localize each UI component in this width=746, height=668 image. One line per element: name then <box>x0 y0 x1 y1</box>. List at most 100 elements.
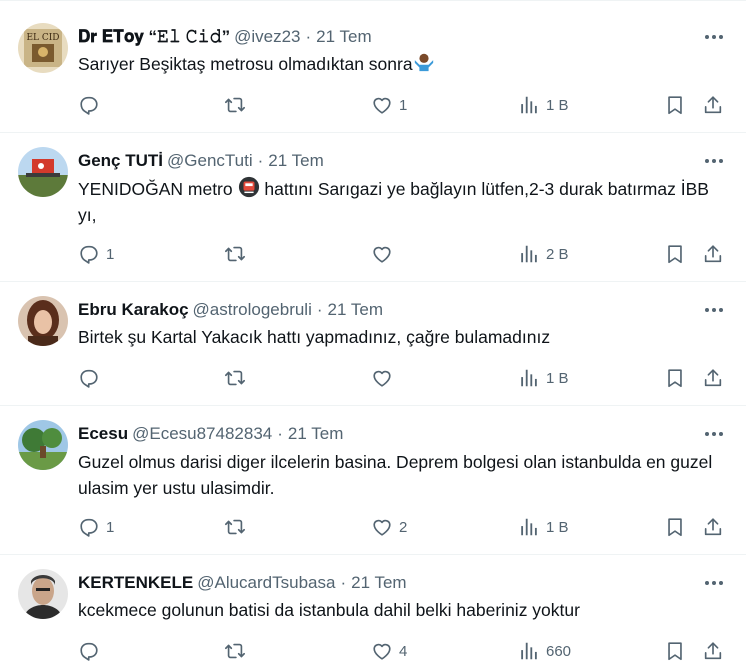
reply-button[interactable]: 1 <box>78 242 114 266</box>
separator: · <box>340 573 347 592</box>
retweet-button[interactable] <box>224 515 252 539</box>
user-handle[interactable]: @ivez23 <box>234 27 300 47</box>
share-button[interactable] <box>702 242 724 266</box>
reply-icon <box>78 94 100 116</box>
avatar-logo-text: EL CID <box>26 33 59 43</box>
like-button[interactable] <box>371 242 399 266</box>
retweet-button[interactable] <box>224 366 252 390</box>
reply-icon <box>78 640 100 662</box>
heart-icon <box>371 94 393 116</box>
like-button[interactable]: 1 <box>371 93 407 117</box>
reply-icon <box>78 243 100 265</box>
user-handle[interactable]: @astrologebruli <box>193 300 312 320</box>
timestamp[interactable]: 21 Tem <box>328 300 383 320</box>
views-icon <box>518 243 540 265</box>
like-count: 2 <box>399 518 408 536</box>
retweet-icon <box>224 367 246 389</box>
like-button[interactable]: 2 <box>371 515 407 539</box>
separator: · <box>257 151 264 170</box>
like-count: 4 <box>399 642 408 660</box>
more-icon[interactable] <box>700 423 728 445</box>
bookmark-button[interactable] <box>664 242 686 266</box>
reply-count: 1 <box>106 518 115 536</box>
retweet-icon <box>224 243 246 265</box>
share-button[interactable] <box>702 366 724 390</box>
views-button[interactable]: 2 B <box>518 242 569 266</box>
like-button[interactable]: 4 <box>371 639 407 663</box>
tweet-text: Sarıyer Beşiktaş metrosu olmadıktan sonr… <box>78 51 728 77</box>
share-button[interactable] <box>702 639 724 663</box>
retweet-button[interactable] <box>224 639 252 663</box>
tweet-actions: 1 1 B <box>78 93 728 117</box>
share-button[interactable] <box>702 93 724 117</box>
views-button[interactable]: 1 B <box>518 515 569 539</box>
bookmark-icon <box>664 94 686 116</box>
more-icon[interactable] <box>700 299 728 321</box>
bookmark-button[interactable] <box>664 93 686 117</box>
timestamp[interactable]: 21 Tem <box>316 27 371 47</box>
views-icon <box>518 516 540 538</box>
display-name[interactable]: Ebru Karakoç <box>78 300 189 320</box>
avatar[interactable] <box>18 420 68 470</box>
views-count: 1 B <box>546 96 569 114</box>
reply-button[interactable]: 1 <box>78 515 114 539</box>
tweet-text-body: kcekmece golunun batisi da istanbula dah… <box>78 600 580 620</box>
tweet[interactable]: KERTENKELE @AlucardTsubasa · 21 Tem kcek… <box>0 555 746 668</box>
like-button[interactable] <box>371 366 399 390</box>
display-name[interactable]: 𝐃𝐫 𝐄𝐓𝐨𝐲 “𝙴𝚕 𝙲𝚒𝚍” <box>78 27 230 47</box>
separator: · <box>277 424 283 443</box>
timestamp[interactable]: 21 Tem <box>268 151 323 171</box>
reply-button[interactable] <box>78 93 106 117</box>
tweet-header: Ecesu @Ecesu87482834 · 21 Tem <box>78 423 343 445</box>
tweet[interactable]: EL CID 𝐃𝐫 𝐄𝐓𝐨𝐲 “𝙴𝚕 𝙲𝚒𝚍” @ivez23 · 21 Tem… <box>0 9 746 133</box>
bookmark-button[interactable] <box>664 515 686 539</box>
more-icon[interactable] <box>700 150 728 172</box>
timestamp[interactable]: 21 Tem <box>351 573 406 593</box>
metro-emoji <box>238 176 259 198</box>
like-count: 1 <box>399 96 408 114</box>
display-name[interactable]: KERTENKELE <box>78 573 193 593</box>
more-icon[interactable] <box>700 572 728 594</box>
bookmark-icon <box>664 243 686 265</box>
more-icon[interactable] <box>700 26 728 48</box>
avatar[interactable] <box>18 569 68 619</box>
display-name[interactable]: Ecesu <box>78 424 128 444</box>
share-icon <box>702 243 724 265</box>
tweet[interactable]: Ecesu @Ecesu87482834 · 21 Tem Guzel olmu… <box>0 406 746 555</box>
separator: · <box>316 300 323 319</box>
reply-button[interactable] <box>78 366 106 390</box>
tweet-header: 𝐃𝐫 𝐄𝐓𝐨𝐲 “𝙴𝚕 𝙲𝚒𝚍” @ivez23 · 21 Tem <box>78 26 372 48</box>
user-handle[interactable]: @AlucardTsubasa <box>197 573 335 593</box>
tweet-feed: EL CID 𝐃𝐫 𝐄𝐓𝐨𝐲 “𝙴𝚕 𝙲𝚒𝚍” @ivez23 · 21 Tem… <box>0 0 746 668</box>
views-button[interactable]: 660 <box>518 639 571 663</box>
avatar[interactable] <box>18 296 68 346</box>
user-handle[interactable]: @GencTuti <box>167 151 253 171</box>
user-handle[interactable]: @Ecesu87482834 <box>132 424 272 444</box>
tweet-text-body: Birtek şu Kartal Yakacık hattı yapmadını… <box>78 327 551 347</box>
tweet[interactable]: Ebru Karakoç @astrologebruli · 21 Tem Bi… <box>0 282 746 406</box>
views-button[interactable]: 1 B <box>518 93 569 117</box>
retweet-button[interactable] <box>224 93 252 117</box>
bookmark-button[interactable] <box>664 639 686 663</box>
views-count: 1 B <box>546 369 569 387</box>
bookmark-button[interactable] <box>664 366 686 390</box>
avatar[interactable]: EL CID <box>18 23 68 73</box>
share-button[interactable] <box>702 515 724 539</box>
retweet-icon <box>224 640 246 662</box>
retweet-button[interactable] <box>224 242 252 266</box>
heart-icon <box>371 367 393 389</box>
retweet-icon <box>224 516 246 538</box>
tweet-actions: 1 B <box>78 366 728 390</box>
tweet-header: KERTENKELE @AlucardTsubasa · 21 Tem <box>78 572 407 594</box>
tweet[interactable]: Genç TUTİ @GencTuti · 21 Tem YENIDOĞAN m… <box>0 133 746 282</box>
tweet-text-body: Sarıyer Beşiktaş metrosu olmadıktan sonr… <box>78 54 413 74</box>
tweet-actions: 4 660 <box>78 639 728 663</box>
timestamp[interactable]: 21 Tem <box>288 424 343 444</box>
views-button[interactable]: 1 B <box>518 366 569 390</box>
share-icon <box>702 367 724 389</box>
avatar[interactable] <box>18 147 68 197</box>
heart-icon <box>371 516 393 538</box>
views-icon <box>518 640 540 662</box>
display-name[interactable]: Genç TUTİ <box>78 151 163 171</box>
reply-button[interactable] <box>78 639 106 663</box>
